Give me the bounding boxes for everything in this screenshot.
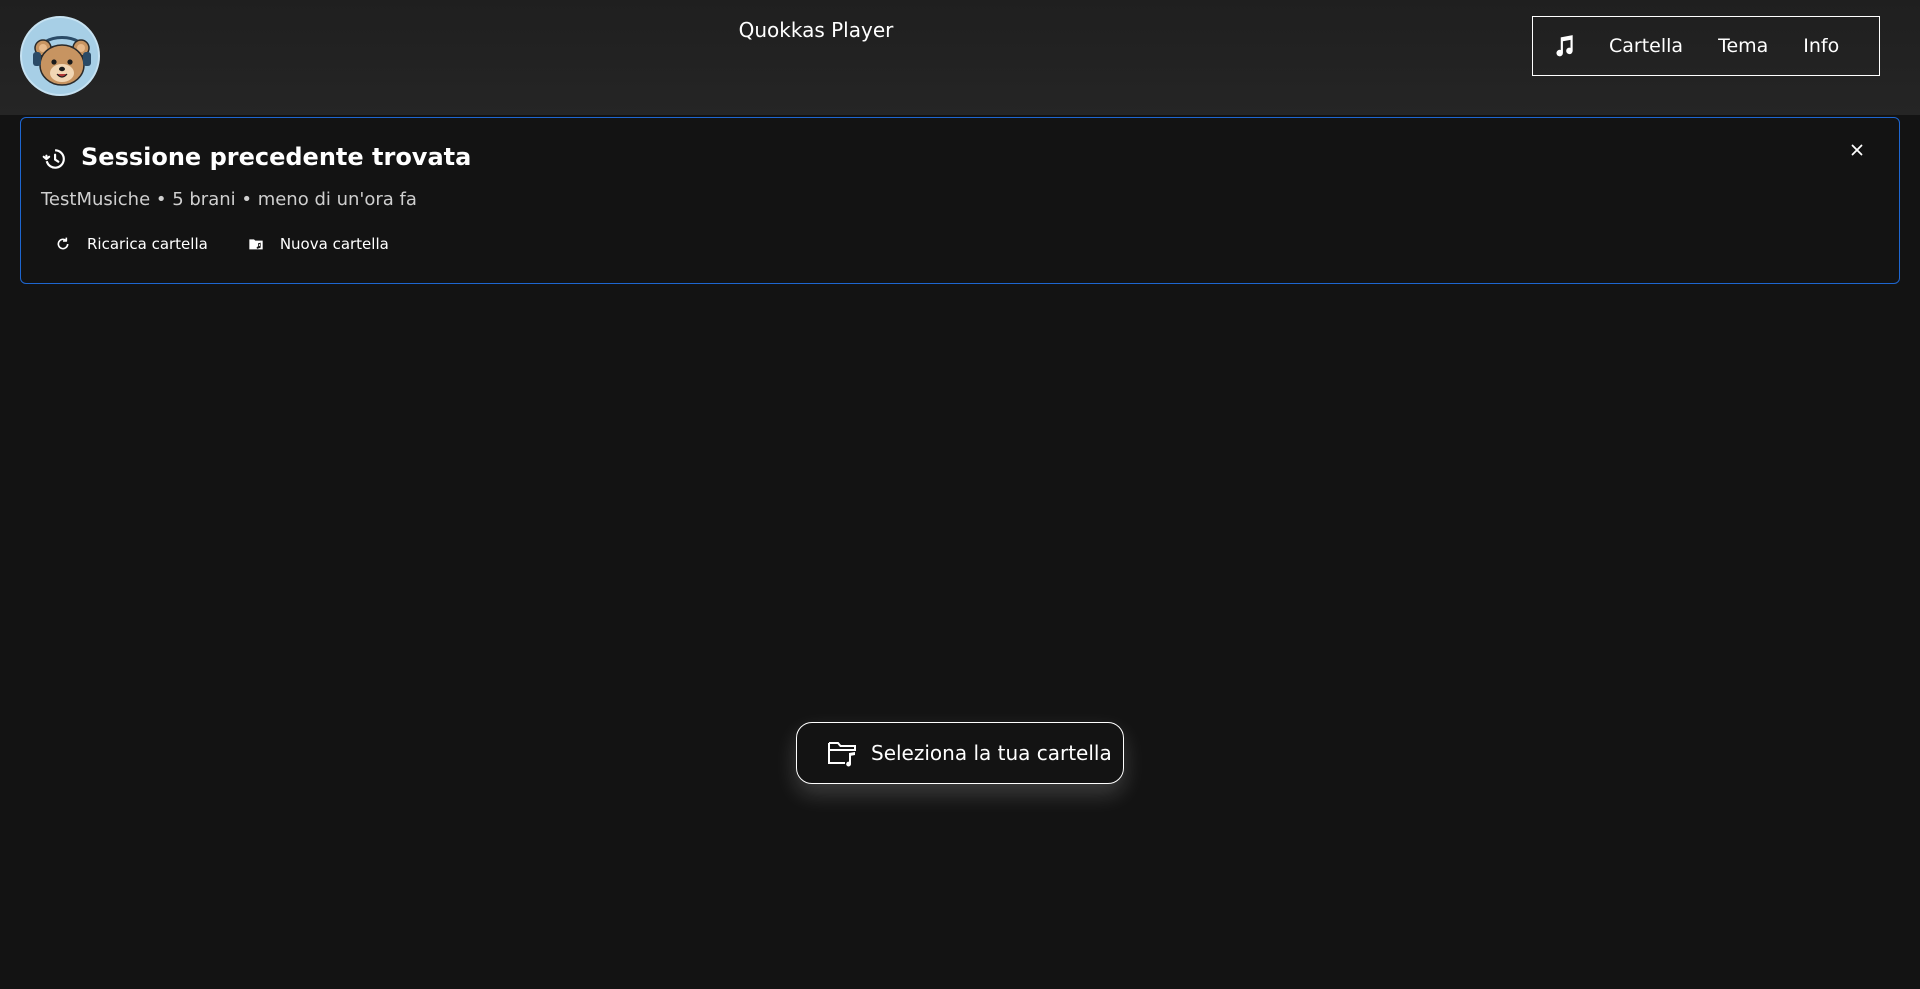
new-folder-label: Nuova cartella: [279, 235, 389, 253]
session-heading: Sessione precedente trovata: [41, 142, 471, 172]
session-actions: Ricarica cartella Nuova cartella: [55, 235, 429, 253]
top-bar: Quokkas Player Cartella Tema Info: [0, 0, 1920, 115]
app-title: Quokkas Player: [738, 18, 894, 42]
folder-music-icon: [249, 239, 263, 250]
select-folder-label: Seleziona la tua cartella: [871, 741, 1112, 765]
session-title: Sessione precedente trovata: [81, 143, 472, 171]
close-banner-button[interactable]: [1847, 140, 1867, 160]
nav-item-tema[interactable]: Tema: [1718, 35, 1768, 57]
previous-session-banner: Sessione precedente trovata TestMusiche …: [20, 117, 1900, 284]
main-nav: Cartella Tema Info: [1532, 16, 1880, 76]
nav-item-cartella[interactable]: Cartella: [1609, 35, 1683, 57]
session-info: TestMusiche • 5 brani • meno di un'ora f…: [41, 189, 417, 210]
reload-folder-button[interactable]: Ricarica cartella: [55, 235, 208, 253]
select-folder-button[interactable]: Seleziona la tua cartella: [796, 722, 1124, 784]
reload-icon: [57, 237, 69, 250]
folder-music-icon: [828, 742, 856, 767]
reload-folder-label: Ricarica cartella: [87, 235, 208, 253]
music-note-icon[interactable]: [1549, 31, 1579, 61]
nav-item-info[interactable]: Info: [1803, 35, 1839, 57]
history-icon: [42, 149, 65, 169]
new-folder-button[interactable]: Nuova cartella: [248, 235, 389, 253]
close-icon: [1851, 144, 1863, 156]
